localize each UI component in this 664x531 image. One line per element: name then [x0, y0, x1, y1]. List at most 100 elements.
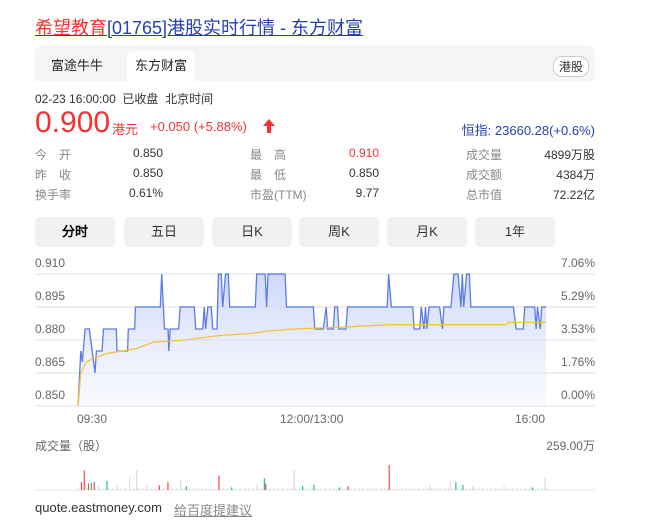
volume-bar	[290, 488, 292, 490]
volume-bar	[541, 488, 543, 490]
volume-bar	[307, 488, 309, 490]
volume-bar	[482, 488, 484, 490]
volume-bar	[158, 485, 161, 490]
volume-bar	[429, 484, 431, 490]
period-tab-0[interactable]: 分时	[35, 217, 115, 247]
volume-bar	[418, 488, 420, 490]
volume-label: 成交量（股）	[35, 439, 108, 453]
volume-bar	[124, 488, 126, 490]
tab-futu[interactable]: 富途牛牛	[43, 51, 111, 81]
volume-bar	[341, 488, 343, 490]
period-tab-1[interactable]: 五日	[124, 217, 204, 247]
volume-bar	[486, 488, 488, 490]
volume-bar	[116, 484, 118, 490]
volume-bar	[80, 482, 83, 490]
volume-bar	[175, 488, 177, 490]
volume-bar	[87, 483, 90, 490]
volume-bar	[499, 488, 501, 490]
volume-bar	[533, 488, 535, 490]
stat-value: 9.77	[355, 186, 379, 200]
x-tick-label: 12:00/13:00	[280, 412, 344, 426]
stat-value: 72.22亿	[552, 188, 595, 202]
price-change: +0.050 (+5.88%)	[150, 119, 247, 134]
volume-bar	[93, 482, 95, 490]
volume-bar	[209, 488, 211, 490]
volume-bar	[528, 488, 530, 490]
stat-value: 4384万	[556, 168, 595, 182]
volume-bar	[449, 480, 451, 490]
currency-unit: 港元	[112, 122, 139, 137]
volume-bar	[401, 488, 403, 490]
volume-bar	[222, 488, 224, 490]
volume-bar	[103, 488, 105, 490]
volume-bar	[452, 488, 454, 490]
volume-bar	[293, 470, 295, 490]
volume-bar	[95, 488, 97, 490]
feedback-link[interactable]: 给百度提建议	[174, 500, 252, 519]
volume-bar	[83, 470, 85, 490]
volume-bar	[86, 488, 88, 490]
volume-bar	[226, 488, 228, 490]
volume-bar	[137, 488, 139, 490]
volume-bar	[97, 486, 100, 490]
stat-label: 最 高	[250, 148, 287, 162]
volume-bar	[472, 486, 474, 490]
x-tick-label: 09:30	[77, 412, 108, 426]
volume-bar	[456, 488, 458, 490]
volume-bar	[347, 486, 349, 490]
volume-bar	[256, 484, 258, 490]
volume-bar	[375, 488, 377, 490]
volume-bar	[299, 488, 301, 490]
volume-bar	[85, 484, 87, 490]
volume-bar	[388, 465, 390, 490]
volume-bar	[180, 479, 182, 490]
volume-bar	[277, 488, 279, 490]
period-tab-5[interactable]: 1年	[475, 217, 555, 247]
volume-bar	[380, 488, 382, 490]
y-tick-label: 0.910	[35, 256, 66, 270]
volume-bar	[524, 488, 526, 490]
page-title-link[interactable]: 希望教育[01765]港股实时行情 - 东方财富	[35, 14, 363, 40]
y-tick-label: 0.850	[35, 388, 66, 402]
stat-value: 4899万股	[544, 148, 595, 162]
volume-bar	[397, 488, 399, 490]
volume-bar	[302, 486, 304, 490]
tab-eastmoney[interactable]: 东方财富	[127, 51, 196, 81]
source-tabs: 富途牛牛 东方财富 港股	[35, 45, 595, 81]
status-line: 02-23 16:00:00 已收盘 北京时间	[35, 90, 213, 107]
volume-max-label: 259.00万	[546, 439, 595, 453]
volume-bar	[184, 488, 186, 490]
volume-bar	[141, 488, 143, 490]
volume-bar	[477, 488, 479, 490]
stat-label: 昨 收	[35, 168, 72, 182]
volume-bar	[333, 488, 335, 490]
y-pct-tick-label: 7.06%	[560, 256, 595, 270]
stat-value: 0.61%	[128, 186, 163, 200]
datetime: 02-23 16:00:00	[35, 92, 116, 106]
period-tab-3[interactable]: 周K	[299, 217, 379, 247]
volume-bar	[136, 470, 138, 490]
period-tab-2[interactable]: 日K	[212, 217, 292, 247]
volume-bar	[129, 476, 131, 490]
volume-bar	[112, 488, 114, 490]
volume-bar	[439, 488, 441, 490]
title-highlight: 希望教育	[35, 18, 107, 38]
volume-bar	[167, 482, 169, 490]
volume-bar	[384, 488, 386, 490]
volume-bar	[286, 488, 288, 490]
volume-bar	[282, 488, 284, 490]
up-arrow-icon	[263, 119, 275, 133]
volume-bar	[358, 488, 360, 490]
source-domain: quote.eastmoney.com	[35, 500, 162, 515]
volume-bar	[455, 482, 457, 490]
market-state: 已收盘	[122, 92, 159, 106]
volume-bar	[516, 488, 518, 490]
title-rest: [01765]港股实时行情 - 东方财富	[107, 18, 364, 38]
volume-bar	[448, 488, 450, 490]
period-tab-4[interactable]: 月K	[387, 217, 467, 247]
volume-bar	[435, 488, 437, 490]
volume-bar	[320, 488, 322, 490]
volume-bar	[367, 488, 369, 490]
volume-bar	[431, 488, 433, 490]
volume-bar	[462, 484, 464, 490]
